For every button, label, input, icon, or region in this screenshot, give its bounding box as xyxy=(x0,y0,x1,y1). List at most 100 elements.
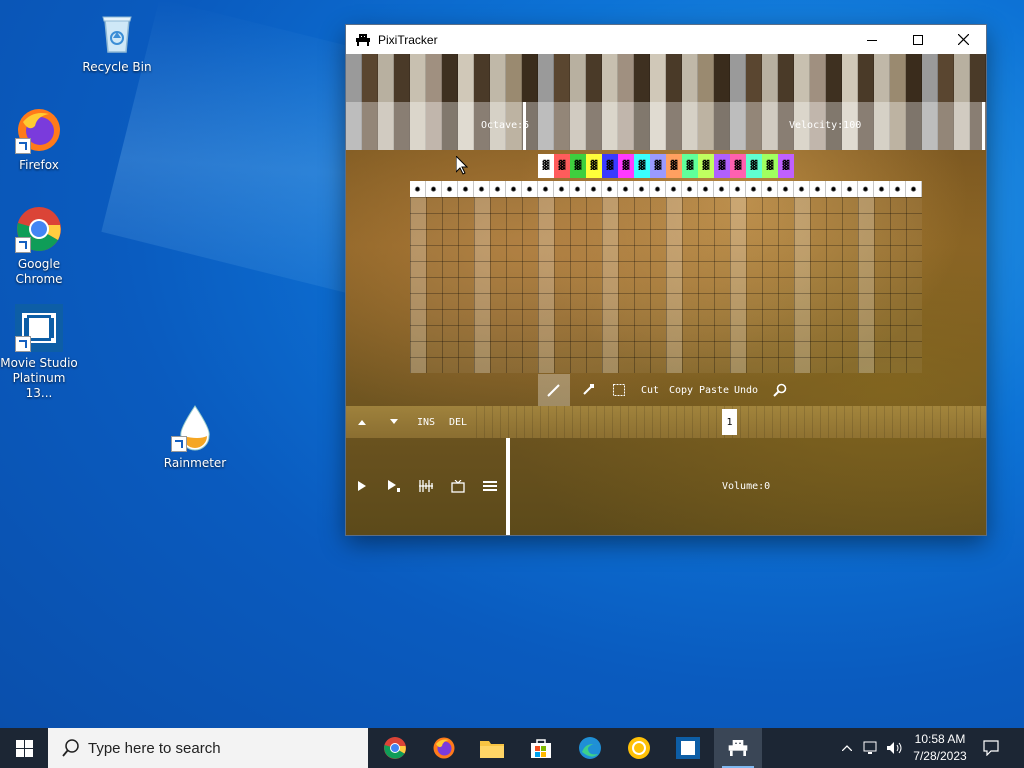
del-button[interactable]: DEL xyxy=(442,406,474,438)
channel-toggle-icon[interactable]: ✹ xyxy=(554,181,570,197)
sequence-bar[interactable]: INS DEL xyxy=(346,406,986,438)
pencil-tool[interactable] xyxy=(538,374,570,406)
channel-toggle-icon[interactable]: ✹ xyxy=(714,181,730,197)
instrument-swatch[interactable]: ▓ xyxy=(618,154,634,178)
instrument-swatch[interactable]: ▓ xyxy=(762,154,778,178)
instrument-swatch[interactable]: ▓ xyxy=(538,154,554,178)
instrument-swatch[interactable]: ▓ xyxy=(634,154,650,178)
minimize-button[interactable] xyxy=(849,25,895,54)
volume-button[interactable] xyxy=(884,728,906,768)
instrument-swatch[interactable]: ▓ xyxy=(714,154,730,178)
ins-button[interactable]: INS xyxy=(410,406,442,438)
channel-toggle-icon[interactable]: ✹ xyxy=(506,181,522,197)
paste-button[interactable]: Paste xyxy=(698,374,730,406)
start-button[interactable] xyxy=(0,728,48,768)
instrument-swatch[interactable]: ▓ xyxy=(650,154,666,178)
instrument-swatch[interactable]: ▓ xyxy=(746,154,762,178)
channel-toggle-icon[interactable]: ✹ xyxy=(810,181,826,197)
taskbar-edge[interactable] xyxy=(566,728,614,768)
channel-toggle-icon[interactable]: ✹ xyxy=(826,181,842,197)
tv-button[interactable] xyxy=(442,470,474,502)
show-hidden-icons-button[interactable] xyxy=(837,728,857,768)
channel-toggle-icon[interactable]: ✹ xyxy=(570,181,586,197)
taskbar-chrome[interactable] xyxy=(371,728,419,768)
channel-toggle-icon[interactable]: ✹ xyxy=(778,181,794,197)
instrument-swatch[interactable]: ▓ xyxy=(682,154,698,178)
velocity-marker[interactable] xyxy=(982,102,985,150)
channel-toggle-icon[interactable]: ✹ xyxy=(602,181,618,197)
desktop-icon-firefox[interactable]: Firefox xyxy=(0,106,79,173)
title-bar[interactable]: PixiTracker xyxy=(346,25,986,54)
desktop-icon-rainmeter[interactable]: Rainmeter xyxy=(155,404,235,471)
instrument-swatch[interactable]: ▓ xyxy=(698,154,714,178)
close-button[interactable] xyxy=(940,25,986,54)
channel-toggle-icon[interactable]: ✹ xyxy=(682,181,698,197)
channel-toggle-icon[interactable]: ✹ xyxy=(666,181,682,197)
waveform-button[interactable] xyxy=(410,470,442,502)
cut-button[interactable]: Cut xyxy=(636,374,664,406)
channel-toggle-icon[interactable]: ✹ xyxy=(858,181,874,197)
desktop-icon-chrome[interactable]: Google Chrome xyxy=(0,205,79,287)
taskbar-file-explorer[interactable] xyxy=(468,728,516,768)
taskbar-firefox[interactable] xyxy=(420,728,468,768)
taskbar-search-box[interactable]: Type here to search xyxy=(48,728,368,768)
select-tool[interactable] xyxy=(604,374,634,406)
channel-toggle-icon[interactable]: ✹ xyxy=(458,181,474,197)
taskbar-store[interactable] xyxy=(517,728,565,768)
sequence-up-button[interactable] xyxy=(346,406,378,438)
channel-toggle-icon[interactable]: ✹ xyxy=(586,181,602,197)
pattern-grid[interactable] xyxy=(410,197,922,373)
channel-toggle-icon[interactable]: ✹ xyxy=(410,181,426,197)
undo-button[interactable]: Undo xyxy=(731,374,761,406)
menu-button[interactable] xyxy=(474,470,506,502)
volume-slider-handle[interactable] xyxy=(506,438,510,535)
sequence-down-button[interactable] xyxy=(378,406,410,438)
channel-toggle-icon[interactable]: ✹ xyxy=(442,181,458,197)
play-button[interactable] xyxy=(346,470,378,502)
instrument-swatch[interactable]: ▓ xyxy=(586,154,602,178)
chrome-icon xyxy=(384,737,406,759)
instrument-swatch[interactable]: ▓ xyxy=(778,154,794,178)
channel-toggle-icon[interactable]: ✹ xyxy=(426,181,442,197)
shortcut-arrow-icon xyxy=(15,336,31,352)
instrument-swatch[interactable]: ▓ xyxy=(602,154,618,178)
eyedropper-tool[interactable] xyxy=(572,374,604,406)
instrument-swatch[interactable]: ▓ xyxy=(554,154,570,178)
notifications-button[interactable] xyxy=(978,728,1004,768)
channel-toggle-icon[interactable]: ✹ xyxy=(634,181,650,197)
taskbar-clock[interactable]: 10:58 AM 7/28/2023 xyxy=(905,731,975,765)
taskbar-movie-studio[interactable] xyxy=(664,728,712,768)
instrument-swatch[interactable]: ▓ xyxy=(570,154,586,178)
channel-toggle-icon[interactable]: ✹ xyxy=(618,181,634,197)
copy-button[interactable]: Copy xyxy=(667,374,695,406)
channel-toggle-icon[interactable]: ✹ xyxy=(698,181,714,197)
zoom-tool[interactable] xyxy=(764,374,796,406)
channel-toggle-icon[interactable]: ✹ xyxy=(522,181,538,197)
maximize-button[interactable] xyxy=(895,25,941,54)
play-icon xyxy=(358,481,366,491)
transport-panel xyxy=(346,438,506,535)
movie-studio-icon xyxy=(676,737,700,759)
channel-toggle-icon[interactable]: ✹ xyxy=(490,181,506,197)
desktop-icon-recycle-bin[interactable]: Recycle Bin xyxy=(77,8,157,75)
channel-toggle-icon[interactable]: ✹ xyxy=(538,181,554,197)
channel-toggle-icon[interactable]: ✹ xyxy=(794,181,810,197)
channel-toggle-icon[interactable]: ✹ xyxy=(730,181,746,197)
play-pattern-button[interactable] xyxy=(378,470,410,502)
channel-toggle-icon[interactable]: ✹ xyxy=(474,181,490,197)
channel-toggle-icon[interactable]: ✹ xyxy=(746,181,762,197)
channel-toggle-icon[interactable]: ✹ xyxy=(842,181,858,197)
channel-toggle-icon[interactable]: ✹ xyxy=(906,181,922,197)
taskbar-pixitracker[interactable] xyxy=(714,728,762,768)
channel-toggle-icon[interactable]: ✹ xyxy=(650,181,666,197)
edge-icon xyxy=(579,737,601,759)
taskbar-norton[interactable] xyxy=(615,728,663,768)
network-button[interactable] xyxy=(860,728,882,768)
channel-toggle-icon[interactable]: ✹ xyxy=(762,181,778,197)
channel-toggle-icon[interactable]: ✹ xyxy=(874,181,890,197)
channel-toggle-icon[interactable]: ✹ xyxy=(890,181,906,197)
instrument-swatch[interactable]: ▓ xyxy=(730,154,746,178)
desktop-icon-movie-studio[interactable]: Movie Studio Platinum 13... xyxy=(0,304,79,401)
pattern-number-cell[interactable]: 1 xyxy=(722,409,737,435)
instrument-swatch[interactable]: ▓ xyxy=(666,154,682,178)
